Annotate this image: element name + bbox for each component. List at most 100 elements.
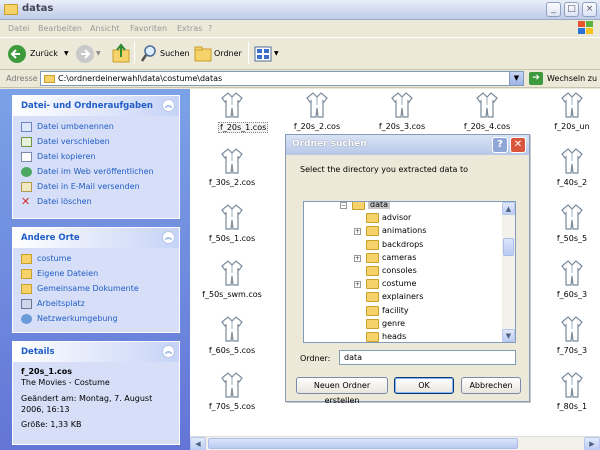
place-shared-documents[interactable]: Gemeinsame Dokumente <box>21 282 171 297</box>
scroll-up-icon[interactable]: ▲ <box>502 202 515 215</box>
place-my-computer[interactable]: Arbeitsplatz <box>21 297 171 312</box>
file-item[interactable]: f_40s_2 <box>542 147 600 203</box>
tree-item[interactable]: advisor <box>304 212 502 226</box>
menu-edit[interactable]: Bearbeiten <box>38 24 82 33</box>
menu-help[interactable]: ? <box>208 24 212 33</box>
menu-view[interactable]: Ansicht <box>90 24 120 33</box>
tree-item[interactable]: + animations <box>304 225 502 239</box>
collapse-chevron-icon[interactable]: ︽ <box>162 231 175 244</box>
file-item[interactable]: f_60s_5.cos <box>202 315 262 371</box>
back-dropdown-icon[interactable]: ▼ <box>64 50 69 57</box>
expand-icon[interactable]: + <box>354 254 361 262</box>
file-name: f_60s_5.cos <box>208 346 256 355</box>
collapse-chevron-icon[interactable]: ︽ <box>162 99 175 112</box>
up-folder-icon <box>112 43 130 63</box>
file-item[interactable]: f_50s_5 <box>542 203 600 259</box>
search-button[interactable]: Suchen <box>140 43 190 65</box>
forward-dropdown-icon[interactable]: ▼ <box>96 50 101 57</box>
tree-item[interactable]: consoles <box>304 265 502 279</box>
rename-icon <box>21 122 32 132</box>
file-name: f_50s_swm.cos <box>202 290 262 299</box>
task-email[interactable]: Datei in E-Mail versenden <box>21 180 171 195</box>
forward-button[interactable]: ▼ <box>76 43 102 65</box>
toolbar-separator <box>134 42 135 64</box>
folder-icon <box>44 75 55 83</box>
horizontal-scrollbar[interactable]: ◀ ▶ <box>190 436 600 450</box>
address-input[interactable]: C:\ordnerdeinerwahl\data\costume\datas ▼ <box>40 71 524 86</box>
tree-item[interactable]: backdrops <box>304 239 502 253</box>
menu-favorites[interactable]: Favoriten <box>130 24 167 33</box>
collapse-chevron-icon[interactable]: ︽ <box>162 345 175 358</box>
menu-extras[interactable]: Extras <box>177 24 202 33</box>
scrollbar-thumb[interactable] <box>208 438 518 449</box>
costume-file-icon <box>202 203 262 231</box>
costume-file-icon <box>372 91 432 119</box>
task-move[interactable]: Datei verschieben <box>21 135 171 150</box>
file-item[interactable]: f_20s_1.cos <box>202 91 269 147</box>
file-item[interactable]: f_30s_2.cos <box>202 147 262 203</box>
tree-scrollbar-thumb[interactable] <box>503 238 514 256</box>
costume-file-icon <box>202 91 262 119</box>
tree-item[interactable]: facility <box>304 305 502 319</box>
folder-icon <box>366 226 379 237</box>
folder-tree[interactable]: ▲ ▼ − data advisor + animations backdrops + cam… <box>303 201 516 343</box>
tree-item-label: explainers <box>382 292 424 302</box>
tree-item[interactable]: + costume <box>304 278 502 292</box>
close-button[interactable]: × <box>582 2 597 17</box>
views-button[interactable]: ▼ <box>254 43 280 65</box>
forward-arrow-icon <box>76 45 94 63</box>
file-item[interactable]: f_70s_5.cos <box>202 371 262 427</box>
file-item[interactable]: f_60s_3 <box>542 259 600 315</box>
details-header[interactable]: Details ︽ <box>13 342 179 362</box>
place-costume[interactable]: costume <box>21 252 171 267</box>
scroll-down-icon[interactable]: ▼ <box>502 329 515 342</box>
tree-item[interactable]: explainers <box>304 291 502 305</box>
ok-button[interactable]: OK <box>394 377 454 394</box>
go-label: Wechseln zu <box>547 74 598 83</box>
file-tasks-title: Datei- und Ordneraufgaben <box>21 101 153 111</box>
details-title: Details <box>21 347 55 357</box>
menu-file[interactable]: Datei <box>8 24 29 33</box>
expand-icon[interactable]: + <box>354 281 361 289</box>
file-item[interactable]: f_50s_1.cos <box>202 203 262 259</box>
scroll-right-icon[interactable]: ▶ <box>584 437 600 450</box>
file-item[interactable]: f_20s_un <box>542 91 600 147</box>
folders-button[interactable]: Ordner <box>194 43 242 65</box>
place-my-documents[interactable]: Eigene Dateien <box>21 267 171 282</box>
help-button[interactable]: ? <box>492 137 508 153</box>
scroll-left-icon[interactable]: ◀ <box>190 437 206 450</box>
dialog-title: Ordner suchen <box>292 139 367 149</box>
expand-icon[interactable]: + <box>354 228 361 236</box>
tree-item-label: advisor <box>382 213 412 223</box>
menu-bar: Datei Bearbeiten Ansicht Favoriten Extra… <box>0 20 600 38</box>
maximize-button[interactable]: □ <box>564 2 579 17</box>
tree-item[interactable]: heads <box>304 331 502 342</box>
collapse-icon[interactable]: − <box>340 202 347 209</box>
address-dropdown-icon[interactable]: ▼ <box>509 72 523 85</box>
file-item[interactable]: f_50s_swm.cos <box>202 259 262 315</box>
cancel-button[interactable]: Abbrechen <box>461 377 521 394</box>
tree-item[interactable]: + cameras <box>304 252 502 266</box>
tree-item[interactable]: − data <box>304 202 502 213</box>
back-button[interactable]: Zurück ▼ <box>8 43 72 65</box>
task-delete[interactable]: ✕ Datei löschen <box>21 195 171 210</box>
dialog-close-button[interactable]: ✕ <box>510 137 526 153</box>
file-item[interactable]: f_70s_3 <box>542 315 600 371</box>
place-network[interactable]: Netzwerkumgebung <box>21 312 171 327</box>
new-folder-button[interactable]: Neuen Ordner erstellen <box>296 377 388 405</box>
up-folder-button[interactable] <box>112 43 130 65</box>
task-rename[interactable]: Datei umbenennen <box>21 120 171 135</box>
folders-label: Ordner <box>214 49 242 58</box>
views-dropdown-icon[interactable]: ▼ <box>274 50 279 57</box>
file-item[interactable]: f_80s_1 <box>542 371 600 427</box>
task-web-publish[interactable]: Datei im Web veröffentlichen <box>21 165 171 180</box>
details-filename: f_20s_1.cos <box>21 367 72 376</box>
folder-input[interactable]: data <box>339 350 516 365</box>
tree-item[interactable]: genre <box>304 318 502 332</box>
minimize-button[interactable]: _ <box>546 2 561 17</box>
file-tasks-header[interactable]: Datei- und Ordneraufgaben ︽ <box>13 96 179 116</box>
other-places-header[interactable]: Andere Orte ︽ <box>13 228 179 248</box>
task-copy[interactable]: Datei kopieren <box>21 150 171 165</box>
my-computer-icon <box>21 299 32 309</box>
tree-vertical-scrollbar[interactable]: ▲ ▼ <box>502 202 515 342</box>
